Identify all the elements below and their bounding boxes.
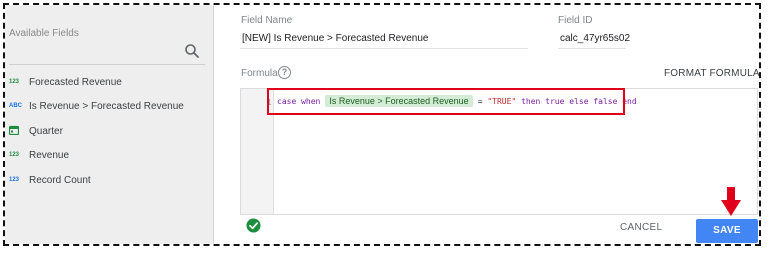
field-item-label: Is Revenue > Forecasted Revenue xyxy=(29,100,184,112)
field-item-label: Quarter xyxy=(29,125,63,137)
field-name-underline xyxy=(240,48,528,49)
field-item-label: Revenue xyxy=(29,149,70,161)
field-item-label: Forecasted Revenue xyxy=(29,76,122,88)
available-fields-label: Available Fields xyxy=(9,28,79,39)
field-item-record-count[interactable]: 123 Record Count xyxy=(9,171,91,189)
field-id-input[interactable]: calc_47yr65s02 xyxy=(560,33,630,44)
field-item-label: Record Count xyxy=(29,174,91,186)
annotation-highlight-box xyxy=(267,88,625,115)
save-button[interactable]: SAVE xyxy=(696,219,758,243)
field-item-quarter[interactable]: Quarter xyxy=(9,122,63,140)
search-underline xyxy=(9,64,205,65)
check-circle-icon xyxy=(246,218,261,233)
field-item-forecasted-revenue[interactable]: 123 Forecasted Revenue xyxy=(9,73,122,91)
available-fields-panel: Available Fields 123 Forecasted Revenue … xyxy=(5,5,214,244)
number-type-icon: 123 xyxy=(9,177,20,183)
field-id-underline xyxy=(558,48,626,49)
field-name-input[interactable]: [NEW] Is Revenue > Forecasted Revenue xyxy=(242,33,428,44)
calendar-icon xyxy=(9,125,29,137)
help-icon[interactable]: ? xyxy=(278,66,291,79)
format-formula-button[interactable]: FORMAT FORMULA xyxy=(664,68,760,79)
cancel-button[interactable]: CANCEL xyxy=(620,222,662,233)
number-type-icon: 123 xyxy=(9,79,20,85)
field-item-is-revenue-gt-forecasted[interactable]: ABC Is Revenue > Forecasted Revenue xyxy=(9,97,184,115)
text-type-icon: ABC xyxy=(9,103,22,109)
annotation-arrow-icon xyxy=(721,187,741,216)
field-name-label: Field Name xyxy=(241,15,293,26)
formula-label: Formula xyxy=(241,68,278,79)
search-icon[interactable] xyxy=(184,43,200,59)
field-item-revenue[interactable]: 123 Revenue xyxy=(9,146,69,164)
number-type-icon: 123 xyxy=(9,152,20,158)
field-id-label: Field ID xyxy=(558,15,593,26)
